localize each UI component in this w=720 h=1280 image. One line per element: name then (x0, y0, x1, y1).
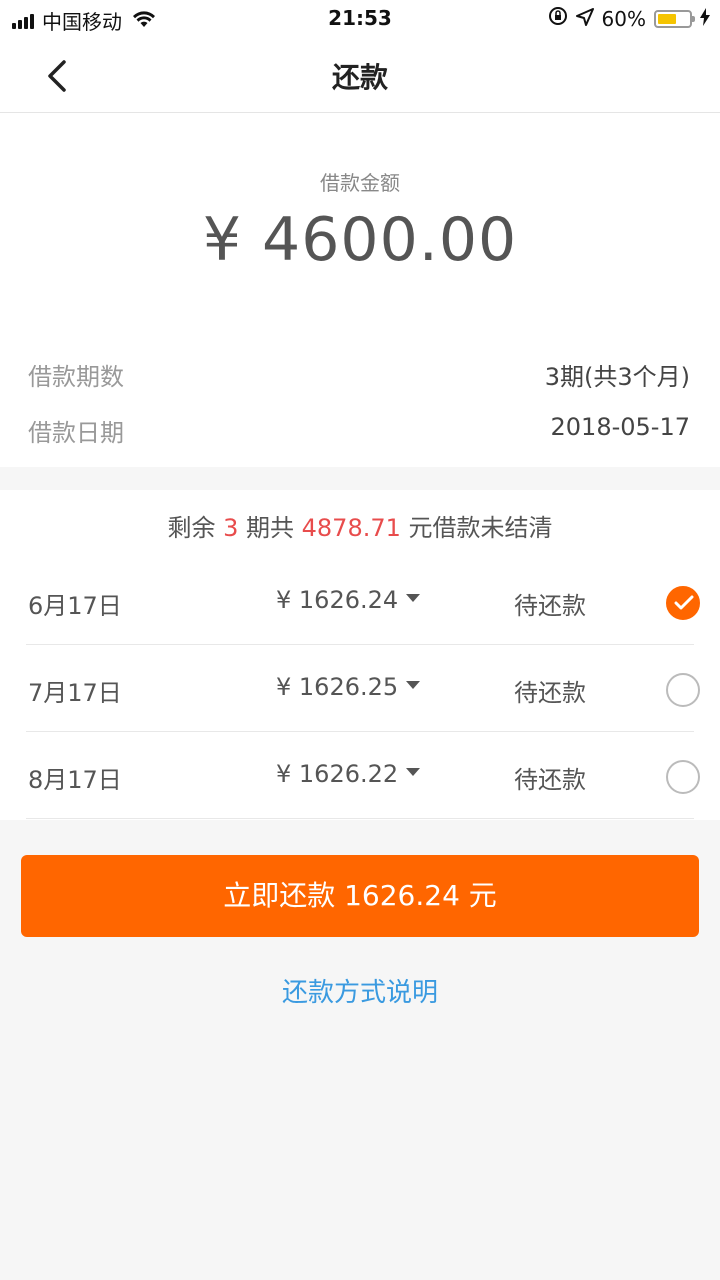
orientation-lock-icon (548, 6, 568, 31)
loan-term-label: 借款期数 (28, 363, 124, 391)
loan-date-row: 借款日期 2018-05-17 (28, 413, 690, 453)
installment-status: 待还款 (514, 679, 586, 707)
installment-plan: 剩余 3 期共 4878.71 元借款未结清 6月17日 ¥ 1626.24 待… (0, 490, 720, 820)
repay-now-button[interactable]: 立即还款 1626.24 元 (21, 855, 699, 937)
installment-amount: ¥ 1626.25 (276, 673, 399, 701)
battery-icon (654, 9, 695, 28)
installment-row-3[interactable]: 8月17日 ¥ 1626.22 待还款 (26, 732, 700, 819)
loan-date-value: 2018-05-17 (550, 413, 690, 441)
loan-date-label: 借款日期 (28, 419, 124, 447)
loan-summary-card: 借款金额 ¥ 4600.00 借款期数 3期(共3个月) 借款日期 2018-0… (0, 113, 720, 467)
loan-term-value: 3期(共3个月) (544, 363, 690, 391)
installment-row-2[interactable]: 7月17日 ¥ 1626.25 待还款 (26, 645, 700, 732)
nav-bar: 还款 (0, 38, 720, 113)
loan-term-row: 借款期数 3期(共3个月) (28, 357, 690, 397)
remaining-prefix: 剩余 (167, 514, 224, 542)
caret-down-icon (406, 768, 421, 776)
checkmark-icon (674, 595, 694, 610)
remaining-periods: 3 (223, 514, 239, 542)
installment-amount: ¥ 1626.24 (276, 586, 399, 614)
installment-status: 待还款 (514, 592, 586, 620)
caret-down-icon (406, 681, 421, 689)
status-bar: 中国移动 21:53 60% (0, 0, 720, 38)
remaining-middle: 期共 (238, 514, 302, 542)
installment-checkbox[interactable] (666, 760, 700, 794)
installment-checkbox[interactable] (666, 673, 700, 707)
loan-amount-label: 借款金额 (320, 171, 400, 195)
installment-amount-dropdown[interactable]: ¥ 1626.25 (276, 673, 421, 701)
loan-amount-value: ¥ 4600.00 (202, 205, 518, 275)
remaining-summary: 剩余 3 期共 4878.71 元借款未结清 (0, 508, 720, 543)
location-icon (575, 7, 594, 31)
installment-amount-dropdown[interactable]: ¥ 1626.22 (276, 760, 421, 788)
installment-date: 7月17日 (28, 679, 122, 707)
installment-date: 6月17日 (28, 592, 122, 620)
status-right: 60% (540, 6, 710, 31)
page-title: 还款 (331, 61, 388, 94)
installment-date: 8月17日 (28, 766, 122, 794)
charging-icon (700, 7, 710, 31)
repayment-method-link[interactable]: 还款方式说明 (0, 972, 720, 1009)
installment-status: 待还款 (514, 766, 586, 794)
remaining-amount: 4878.71 (301, 514, 401, 542)
remaining-suffix: 元借款未结清 (400, 514, 553, 542)
caret-down-icon (406, 594, 421, 602)
battery-percent: 60% (601, 6, 646, 31)
installment-amount-dropdown[interactable]: ¥ 1626.24 (276, 586, 421, 614)
installment-checkbox-checked[interactable] (666, 586, 700, 620)
installment-row-1[interactable]: 6月17日 ¥ 1626.24 待还款 (26, 558, 700, 645)
installment-amount: ¥ 1626.22 (276, 760, 399, 788)
